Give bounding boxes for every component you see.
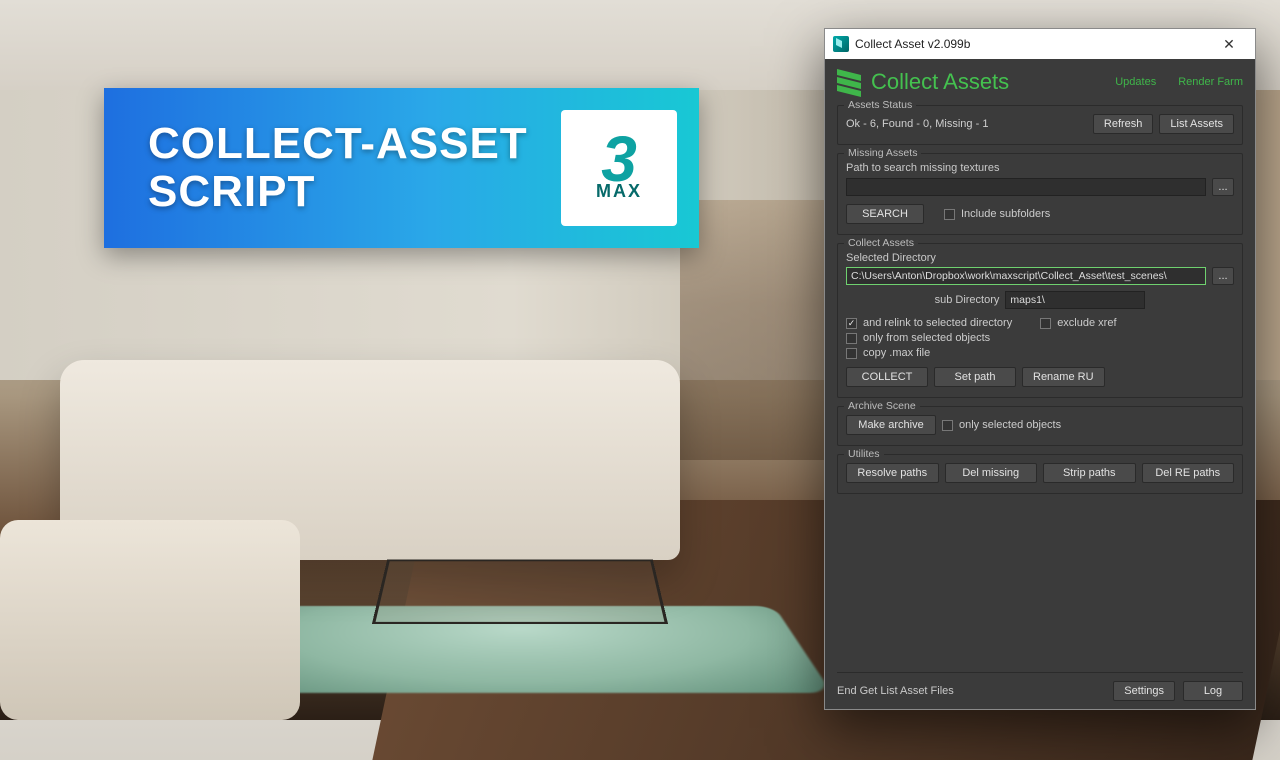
footer-status: End Get List Asset Files [837, 685, 1105, 697]
close-button[interactable]: ✕ [1209, 30, 1249, 58]
group-title-archive: Archive Scene [844, 400, 920, 412]
max-logo-3: 3 [601, 134, 637, 185]
collect-button[interactable]: COLLECT [846, 367, 928, 387]
copy-max-label: copy .max file [863, 347, 930, 359]
group-archive-scene: Archive Scene Make archive only selected… [837, 406, 1243, 446]
group-collect-assets: Collect Assets Selected Directory ... su… [837, 243, 1243, 398]
header: Collect Assets Updates Render Farm [837, 69, 1243, 95]
refresh-button[interactable]: Refresh [1093, 114, 1154, 134]
archive-only-selected-checkbox[interactable]: only selected objects [942, 419, 1061, 431]
archive-only-selected-label: only selected objects [959, 419, 1061, 431]
banner-text: COLLECT-ASSET SCRIPT [148, 120, 528, 215]
set-path-button[interactable]: Set path [934, 367, 1016, 387]
sub-dir-label: sub Directory [935, 294, 1000, 306]
max-logo: 3 MAX [561, 110, 677, 226]
missing-browse-button[interactable]: ... [1212, 178, 1234, 196]
sub-dir-input[interactable] [1005, 291, 1145, 309]
exclude-xref-checkbox[interactable]: exclude xref [1040, 317, 1116, 329]
search-button[interactable]: SEARCH [846, 204, 924, 224]
collect-assets-icon [837, 70, 861, 94]
title-banner: COLLECT-ASSET SCRIPT 3 MAX [104, 88, 699, 248]
selected-dir-browse-button[interactable]: ... [1212, 267, 1234, 285]
window-title: Collect Asset v2.099b [855, 37, 970, 51]
make-archive-button[interactable]: Make archive [846, 415, 936, 435]
group-title-status: Assets Status [844, 99, 916, 111]
group-utilites: Utilites Resolve paths Del missing Strip… [837, 454, 1243, 494]
only-selected-label: only from selected objects [863, 332, 990, 344]
app-icon [833, 36, 849, 52]
link-renderfarm[interactable]: Render Farm [1178, 76, 1243, 88]
include-subfolders-label: Include subfolders [961, 208, 1050, 220]
banner-line1: COLLECT-ASSET [148, 120, 528, 168]
group-title-util: Utilites [844, 448, 884, 460]
rename-ru-button[interactable]: Rename RU [1022, 367, 1105, 387]
banner-line2: SCRIPT [148, 168, 528, 216]
log-button[interactable]: Log [1183, 681, 1243, 701]
collect-asset-dialog: Collect Asset v2.099b ✕ Collect Assets U… [824, 28, 1256, 710]
exclude-xref-label: exclude xref [1057, 317, 1116, 329]
strip-paths-button[interactable]: Strip paths [1043, 463, 1136, 483]
link-updates[interactable]: Updates [1115, 76, 1156, 88]
group-title-collect: Collect Assets [844, 237, 918, 249]
resolve-paths-button[interactable]: Resolve paths [846, 463, 939, 483]
dialog-body: Collect Assets Updates Render Farm Asset… [825, 59, 1255, 709]
del-missing-button[interactable]: Del missing [945, 463, 1038, 483]
include-subfolders-checkbox[interactable]: Include subfolders [944, 208, 1050, 220]
missing-path-input[interactable] [846, 178, 1206, 196]
group-missing-assets: Missing Assets Path to search missing te… [837, 153, 1243, 235]
relink-checkbox[interactable]: and relink to selected directory [846, 317, 1012, 329]
del-re-paths-button[interactable]: Del RE paths [1142, 463, 1235, 483]
bg-sofa-chaise [0, 520, 300, 720]
relink-label: and relink to selected directory [863, 317, 1012, 329]
missing-path-label: Path to search missing textures [846, 162, 1234, 174]
only-selected-checkbox[interactable]: only from selected objects [846, 332, 1234, 344]
header-title: Collect Assets [871, 69, 1093, 95]
copy-max-checkbox[interactable]: copy .max file [846, 347, 1234, 359]
selected-dir-label: Selected Directory [846, 252, 1234, 264]
list-assets-button[interactable]: List Assets [1159, 114, 1234, 134]
footer: End Get List Asset Files Settings Log [837, 672, 1243, 701]
selected-dir-input[interactable] [846, 267, 1206, 285]
titlebar[interactable]: Collect Asset v2.099b ✕ [825, 29, 1255, 59]
max-logo-text: MAX [596, 181, 642, 202]
status-text: Ok - 6, Found - 0, Missing - 1 [846, 118, 1087, 130]
group-assets-status: Assets Status Ok - 6, Found - 0, Missing… [837, 105, 1243, 145]
bg-coffee-table [372, 560, 668, 624]
group-title-missing: Missing Assets [844, 147, 921, 159]
settings-button[interactable]: Settings [1113, 681, 1175, 701]
